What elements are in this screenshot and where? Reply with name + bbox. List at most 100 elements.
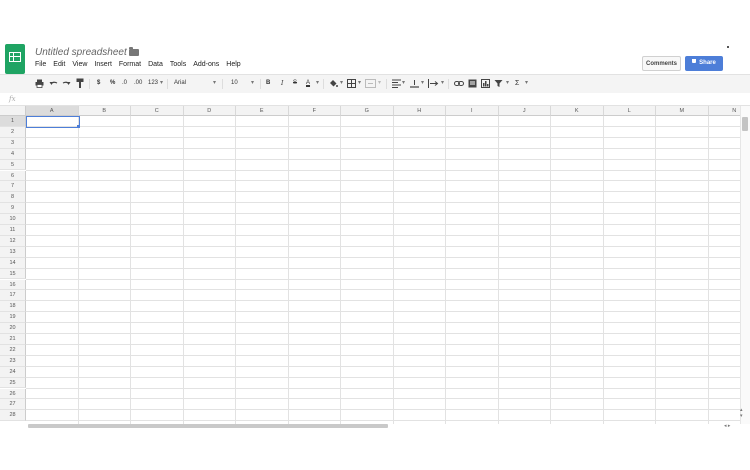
- increase-decimals-button[interactable]: .00: [134, 79, 142, 88]
- paint-format-icon[interactable]: [76, 78, 85, 89]
- print-icon[interactable]: [35, 79, 44, 88]
- currency-format-button[interactable]: $: [97, 79, 100, 88]
- menu-view[interactable]: View: [72, 61, 87, 68]
- chevron-down-icon[interactable]: ▾: [213, 79, 216, 88]
- column-header-g[interactable]: G: [341, 106, 394, 116]
- row-header-9[interactable]: 9: [0, 203, 26, 215]
- row-header-22[interactable]: 22: [0, 344, 26, 356]
- column-header-d[interactable]: D: [183, 106, 236, 116]
- row-header-21[interactable]: 21: [0, 334, 26, 345]
- horizontal-scroll-arrows[interactable]: ◂ ▸: [724, 423, 730, 429]
- share-button[interactable]: Share: [685, 56, 723, 71]
- menu-format[interactable]: Format: [119, 61, 141, 68]
- align-left-icon[interactable]: [392, 79, 401, 88]
- font-family-select[interactable]: Arial: [174, 79, 186, 88]
- column-header-f[interactable]: F: [288, 106, 341, 116]
- column-header-a[interactable]: A: [26, 106, 79, 116]
- row-header-8[interactable]: 8: [0, 192, 26, 204]
- more-formats-button[interactable]: 123: [148, 79, 158, 88]
- vertical-scrollbar[interactable]: [740, 106, 750, 424]
- column-header-i[interactable]: I: [446, 106, 499, 116]
- sheets-logo[interactable]: [5, 44, 25, 74]
- row-header-15[interactable]: 15: [0, 268, 26, 280]
- redo-icon[interactable]: [62, 79, 71, 88]
- menu-addons[interactable]: Add-ons: [193, 61, 219, 68]
- row-header-26[interactable]: 26: [0, 388, 26, 400]
- scroll-arrows[interactable]: ▴ ▾: [740, 407, 743, 419]
- row-header-25[interactable]: 25: [0, 377, 26, 389]
- strikethrough-button[interactable]: S: [293, 79, 297, 88]
- filter-icon[interactable]: [494, 79, 503, 88]
- menu-insert[interactable]: Insert: [94, 61, 112, 68]
- row-header-10[interactable]: 10: [0, 214, 26, 225]
- row-header-4[interactable]: 4: [0, 148, 26, 160]
- collapse-menus-icon[interactable]: [727, 46, 729, 48]
- document-title[interactable]: Untitled spreadsheet: [35, 47, 127, 58]
- folder-icon[interactable]: [129, 47, 139, 56]
- formula-bar[interactable]: fx: [0, 93, 750, 106]
- vertical-align-icon[interactable]: [410, 79, 419, 88]
- menu-file[interactable]: File: [35, 61, 46, 68]
- comments-button[interactable]: Comments: [642, 56, 681, 71]
- fill-color-icon[interactable]: [329, 79, 338, 88]
- italic-button[interactable]: I: [281, 79, 283, 88]
- menu-tools[interactable]: Tools: [170, 61, 186, 68]
- chart-icon[interactable]: [481, 79, 490, 88]
- chevron-down-icon[interactable]: ▾: [506, 79, 509, 88]
- horizontal-scroll-thumb[interactable]: [28, 424, 388, 428]
- percent-format-button[interactable]: %: [110, 79, 115, 88]
- row-header-13[interactable]: 13: [0, 246, 26, 258]
- row-header-16[interactable]: 16: [0, 279, 26, 291]
- chevron-down-icon[interactable]: ▾: [525, 79, 528, 88]
- borders-icon[interactable]: [347, 79, 356, 88]
- row-header-3[interactable]: 3: [0, 137, 26, 149]
- column-header-b[interactable]: B: [78, 106, 131, 116]
- row-header-23[interactable]: 23: [0, 355, 26, 367]
- chevron-down-icon[interactable]: ▾: [316, 79, 319, 88]
- row-header-6[interactable]: 6: [0, 170, 26, 182]
- column-header-h[interactable]: H: [393, 106, 446, 116]
- sheet-grid[interactable]: A B C D E F G H I J K L M N 1 2 3 4 5 6 7 8 9 10 11 12 13 14 15 16 17 1…: [0, 106, 750, 424]
- chevron-down-icon[interactable]: ▾: [160, 79, 163, 88]
- row-header-27[interactable]: 27: [0, 399, 26, 411]
- link-icon[interactable]: [454, 80, 464, 87]
- active-cell[interactable]: [26, 116, 80, 128]
- row-header-19[interactable]: 19: [0, 312, 26, 324]
- functions-button[interactable]: Σ: [515, 79, 519, 88]
- bold-button[interactable]: B: [266, 79, 270, 88]
- font-size-select[interactable]: 10: [231, 79, 238, 88]
- row-header-1[interactable]: 1: [0, 116, 26, 127]
- column-header-e[interactable]: E: [236, 106, 289, 116]
- chevron-down-icon[interactable]: ▾: [378, 79, 381, 88]
- column-header-k[interactable]: K: [551, 106, 604, 116]
- menu-edit[interactable]: Edit: [53, 61, 65, 68]
- row-header-17[interactable]: 17: [0, 290, 26, 302]
- row-header-20[interactable]: 20: [0, 323, 26, 334]
- column-header-c[interactable]: C: [131, 106, 184, 116]
- text-color-button[interactable]: A: [306, 79, 310, 88]
- chevron-down-icon[interactable]: ▾: [340, 79, 343, 88]
- row-header-24[interactable]: 24: [0, 366, 26, 378]
- comment-icon[interactable]: [468, 79, 477, 88]
- column-header-j[interactable]: J: [498, 106, 551, 116]
- undo-icon[interactable]: [49, 79, 58, 88]
- chevron-down-icon[interactable]: ▾: [441, 79, 444, 88]
- row-header-5[interactable]: 5: [0, 159, 26, 171]
- select-all-corner[interactable]: [0, 106, 26, 116]
- row-header-11[interactable]: 11: [0, 225, 26, 236]
- decrease-decimals-button[interactable]: .0: [122, 79, 127, 88]
- menu-data[interactable]: Data: [148, 61, 163, 68]
- fill-handle[interactable]: [77, 125, 80, 129]
- chevron-down-icon[interactable]: ▾: [251, 79, 254, 88]
- chevron-down-icon[interactable]: ▾: [402, 79, 405, 88]
- row-header-28[interactable]: 28: [0, 410, 26, 422]
- text-wrap-icon[interactable]: [428, 79, 439, 88]
- menu-help[interactable]: Help: [226, 61, 240, 68]
- column-header-m[interactable]: M: [656, 106, 709, 116]
- chevron-down-icon[interactable]: ▾: [358, 79, 361, 88]
- row-header-7[interactable]: 7: [0, 181, 26, 193]
- row-header-18[interactable]: 18: [0, 301, 26, 313]
- row-header-12[interactable]: 12: [0, 235, 26, 247]
- column-header-l[interactable]: L: [603, 106, 656, 116]
- merge-cells-icon[interactable]: [365, 79, 376, 88]
